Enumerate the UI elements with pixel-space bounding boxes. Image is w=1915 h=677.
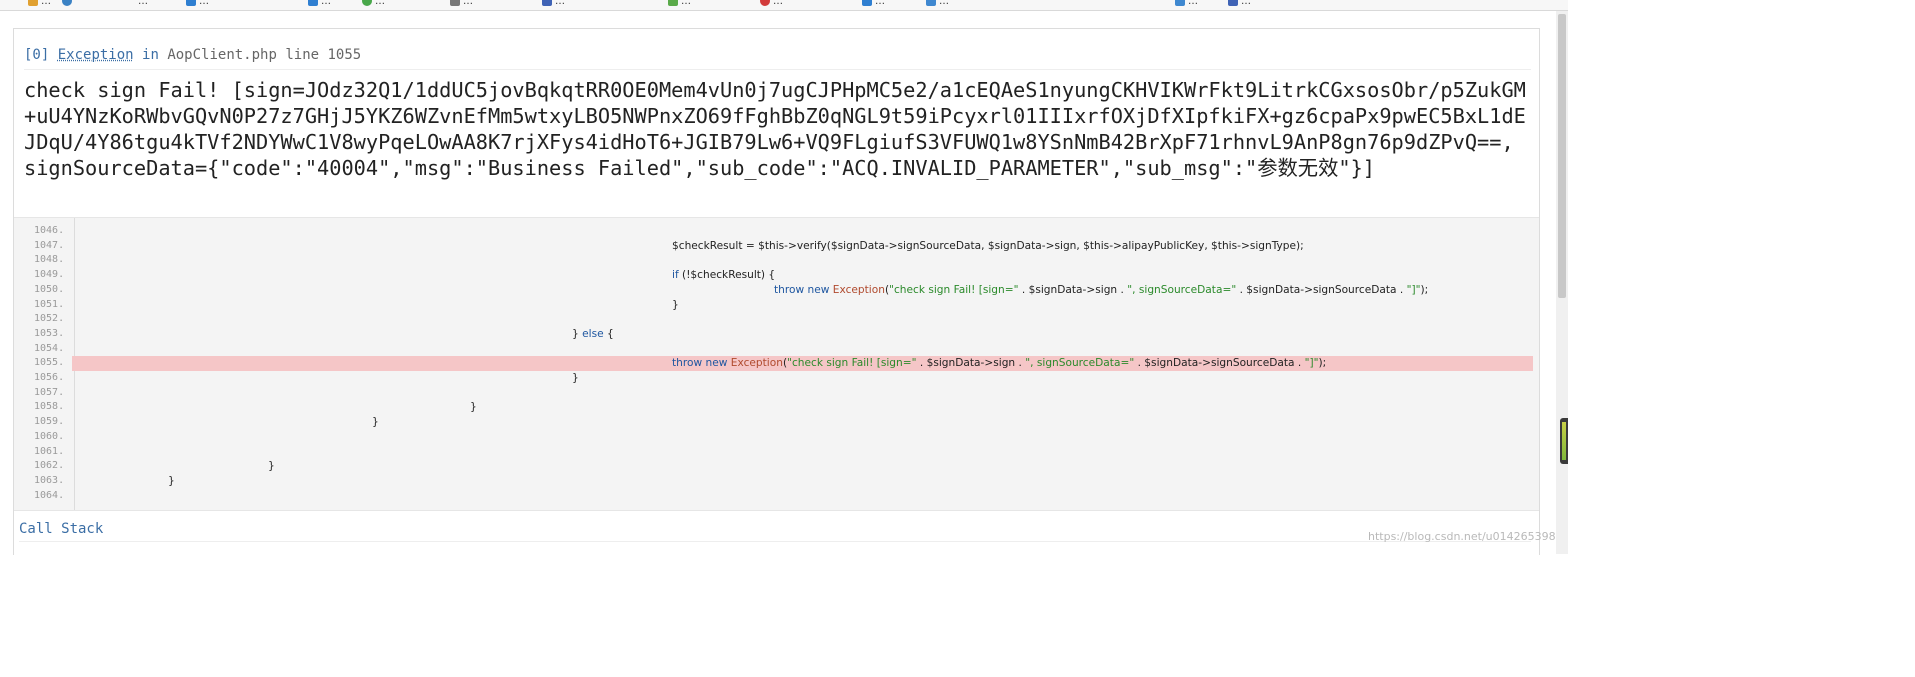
exception-panel: [0] Exception in AopClient.php line 1055… xyxy=(13,28,1540,555)
bookmark-favicon-icon xyxy=(1228,0,1238,6)
bookmark-item[interactable]: … xyxy=(138,0,148,7)
code-line: 1061. xyxy=(14,445,1539,460)
line-number: 1063. xyxy=(34,474,65,486)
bookmark-favicon-icon xyxy=(760,0,770,6)
exception-location: AopClient.php line 1055 xyxy=(167,47,362,63)
code-text: } xyxy=(672,298,679,311)
code-line: 1050. throw new Exception("check sign Fai… xyxy=(14,283,1539,298)
code-line: 1064. xyxy=(14,489,1539,504)
line-number: 1053. xyxy=(34,327,65,339)
code-line: 1057. xyxy=(14,386,1539,401)
line-number: 1055. xyxy=(34,357,65,369)
line-number: 1057. xyxy=(34,386,65,398)
code-text: } else { xyxy=(572,327,614,340)
exception-message: check sign Fail! [sign=JOdz32Q1/1ddUC5jo… xyxy=(24,78,1526,180)
call-stack-divider xyxy=(19,541,1531,542)
highlighted-code-line: 1055. throw new Exception("check sign Fai… xyxy=(34,356,1533,371)
line-number: 1052. xyxy=(34,313,65,325)
code-line: 1059.} xyxy=(14,415,1539,430)
code-line: 1063.} xyxy=(14,474,1539,489)
bookmark-item[interactable]: … xyxy=(186,0,209,7)
bookmark-favicon-icon xyxy=(362,0,372,6)
code-text: } xyxy=(470,401,477,414)
code-line: 1046. xyxy=(14,224,1539,239)
line-number: 1050. xyxy=(34,283,65,295)
code-line: 1058.} xyxy=(14,400,1539,415)
bookmark-favicon-icon xyxy=(62,0,72,6)
bookmark-favicon-icon xyxy=(542,0,552,6)
code-text: throw new Exception("check sign Fail! [s… xyxy=(774,283,1429,296)
bookmark-item[interactable]: … xyxy=(1175,0,1198,7)
bookmark-item[interactable] xyxy=(62,0,75,7)
code-text: if (!$checkResult) { xyxy=(672,269,776,282)
exception-header: [0] Exception in AopClient.php line 1055 xyxy=(24,47,361,63)
code-line: 1062.} xyxy=(14,459,1539,474)
bookmark-favicon-icon xyxy=(308,0,318,6)
code-text: throw new Exception("check sign Fail! [s… xyxy=(672,357,1327,370)
code-text: $checkResult = $this->verify($signData->… xyxy=(672,239,1304,252)
line-number: 1047. xyxy=(34,239,65,251)
line-number: 1059. xyxy=(34,416,65,428)
line-number: 1061. xyxy=(34,445,65,457)
bookmark-favicon-icon xyxy=(28,0,38,6)
line-number: 1048. xyxy=(34,254,65,266)
line-number: 1051. xyxy=(34,298,65,310)
bookmark-favicon-icon xyxy=(450,0,460,6)
bookmark-item[interactable]: … xyxy=(308,0,331,7)
code-text: } xyxy=(268,460,275,473)
exception-in-word: in xyxy=(142,47,159,63)
exception-class-link[interactable]: Exception xyxy=(58,47,134,63)
code-text: } xyxy=(168,474,175,487)
code-line: 1056.} xyxy=(14,371,1539,386)
code-line: 1052. xyxy=(14,312,1539,327)
line-number: 1046. xyxy=(34,225,65,236)
bookmark-favicon-icon xyxy=(1175,0,1185,6)
bookmark-favicon-icon xyxy=(668,0,678,6)
code-line: 1051.} xyxy=(14,298,1539,313)
watermark: https://blog.csdn.net/u014265398 xyxy=(1368,530,1556,543)
bookmark-favicon-icon xyxy=(862,0,872,6)
bookmark-item[interactable]: … xyxy=(450,0,473,7)
code-line: 1060. xyxy=(14,430,1539,445)
side-toolbar-tab[interactable] xyxy=(1560,418,1568,464)
code-text: } xyxy=(572,372,579,384)
line-number: 1062. xyxy=(34,460,65,472)
code-line: 1049. if (!$checkResult) { xyxy=(14,268,1539,283)
code-line: 1054. xyxy=(14,342,1539,357)
code-line: 1047. $checkResult = $this->verify($signD… xyxy=(14,239,1539,254)
bookmark-item[interactable]: … xyxy=(926,0,949,7)
bookmark-item[interactable]: … xyxy=(862,0,885,7)
bookmark-item[interactable]: … xyxy=(760,0,783,7)
bookmarks-bar: … … … … … … … … … … … … … xyxy=(0,0,1568,11)
header-divider xyxy=(24,69,1531,70)
line-number: 1058. xyxy=(34,401,65,413)
bookmark-favicon-icon xyxy=(186,0,196,6)
code-line: 1053. } else { xyxy=(14,327,1539,342)
line-number: 1054. xyxy=(34,342,65,354)
scrollbar-thumb[interactable] xyxy=(1558,14,1566,298)
bookmark-item[interactable]: … xyxy=(542,0,565,7)
bookmark-item[interactable]: … xyxy=(1228,0,1251,7)
code-line: 1048. xyxy=(14,253,1539,268)
code-text: } xyxy=(372,416,379,429)
bookmark-item[interactable]: … xyxy=(668,0,691,7)
bookmark-item[interactable]: … xyxy=(28,0,51,7)
bookmark-favicon-icon xyxy=(926,0,936,6)
source-code-block: 1046. 1047. $checkResult = $this->verify($… xyxy=(14,217,1539,511)
line-number: 1056. xyxy=(34,372,65,383)
line-number: 1049. xyxy=(34,269,65,281)
exception-index: [0] xyxy=(24,47,50,63)
line-number: 1064. xyxy=(34,489,65,501)
line-number: 1060. xyxy=(34,430,65,442)
call-stack-heading[interactable]: Call Stack xyxy=(19,521,103,537)
bookmark-item[interactable]: … xyxy=(362,0,385,7)
